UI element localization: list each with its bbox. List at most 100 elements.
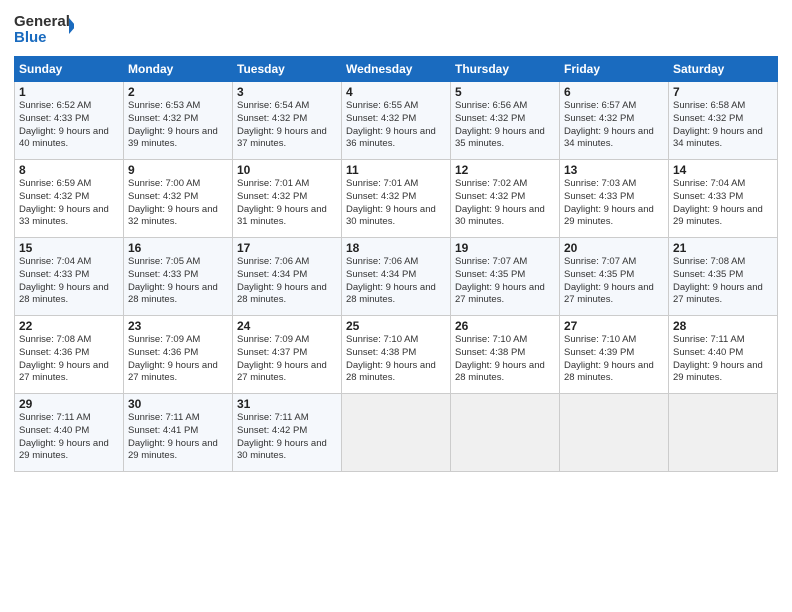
day-number: 8	[19, 163, 119, 177]
day-number: 28	[673, 319, 773, 333]
calendar-cell: 24Sunrise: 7:09 AMSunset: 4:37 PMDayligh…	[233, 316, 342, 394]
calendar-cell	[669, 394, 778, 472]
day-info: Sunrise: 6:52 AMSunset: 4:33 PMDaylight:…	[19, 100, 119, 151]
day-number: 27	[564, 319, 664, 333]
day-number: 12	[455, 163, 555, 177]
weekday-header-thursday: Thursday	[451, 57, 560, 82]
calendar-cell: 9Sunrise: 7:00 AMSunset: 4:32 PMDaylight…	[124, 160, 233, 238]
logo: General Blue	[14, 10, 74, 48]
day-info: Sunrise: 6:56 AMSunset: 4:32 PMDaylight:…	[455, 100, 555, 151]
day-info: Sunrise: 7:10 AMSunset: 4:38 PMDaylight:…	[346, 334, 446, 385]
day-info: Sunrise: 6:54 AMSunset: 4:32 PMDaylight:…	[237, 100, 337, 151]
day-number: 30	[128, 397, 228, 411]
day-info: Sunrise: 7:11 AMSunset: 4:40 PMDaylight:…	[19, 412, 119, 463]
calendar-cell: 4Sunrise: 6:55 AMSunset: 4:32 PMDaylight…	[342, 82, 451, 160]
day-number: 25	[346, 319, 446, 333]
calendar-cell: 19Sunrise: 7:07 AMSunset: 4:35 PMDayligh…	[451, 238, 560, 316]
weekday-header-friday: Friday	[560, 57, 669, 82]
day-info: Sunrise: 7:00 AMSunset: 4:32 PMDaylight:…	[128, 178, 228, 229]
calendar-cell	[560, 394, 669, 472]
weekday-header-saturday: Saturday	[669, 57, 778, 82]
calendar-cell: 6Sunrise: 6:57 AMSunset: 4:32 PMDaylight…	[560, 82, 669, 160]
day-number: 2	[128, 85, 228, 99]
calendar-cell: 13Sunrise: 7:03 AMSunset: 4:33 PMDayligh…	[560, 160, 669, 238]
logo-svg: General Blue	[14, 10, 74, 48]
day-number: 29	[19, 397, 119, 411]
day-info: Sunrise: 7:03 AMSunset: 4:33 PMDaylight:…	[564, 178, 664, 229]
calendar: SundayMondayTuesdayWednesdayThursdayFrid…	[14, 56, 778, 472]
day-info: Sunrise: 7:06 AMSunset: 4:34 PMDaylight:…	[237, 256, 337, 307]
calendar-cell	[342, 394, 451, 472]
day-number: 15	[19, 241, 119, 255]
calendar-cell: 12Sunrise: 7:02 AMSunset: 4:32 PMDayligh…	[451, 160, 560, 238]
calendar-cell: 14Sunrise: 7:04 AMSunset: 4:33 PMDayligh…	[669, 160, 778, 238]
day-number: 11	[346, 163, 446, 177]
week-row-2: 8Sunrise: 6:59 AMSunset: 4:32 PMDaylight…	[15, 160, 778, 238]
day-number: 31	[237, 397, 337, 411]
day-info: Sunrise: 7:04 AMSunset: 4:33 PMDaylight:…	[19, 256, 119, 307]
weekday-header-tuesday: Tuesday	[233, 57, 342, 82]
day-number: 9	[128, 163, 228, 177]
day-info: Sunrise: 6:57 AMSunset: 4:32 PMDaylight:…	[564, 100, 664, 151]
day-number: 5	[455, 85, 555, 99]
header: General Blue	[14, 10, 778, 48]
day-info: Sunrise: 7:02 AMSunset: 4:32 PMDaylight:…	[455, 178, 555, 229]
day-info: Sunrise: 7:01 AMSunset: 4:32 PMDaylight:…	[237, 178, 337, 229]
day-info: Sunrise: 7:11 AMSunset: 4:41 PMDaylight:…	[128, 412, 228, 463]
day-info: Sunrise: 7:07 AMSunset: 4:35 PMDaylight:…	[455, 256, 555, 307]
week-row-4: 22Sunrise: 7:08 AMSunset: 4:36 PMDayligh…	[15, 316, 778, 394]
week-row-1: 1Sunrise: 6:52 AMSunset: 4:33 PMDaylight…	[15, 82, 778, 160]
calendar-cell: 31Sunrise: 7:11 AMSunset: 4:42 PMDayligh…	[233, 394, 342, 472]
day-number: 26	[455, 319, 555, 333]
calendar-cell: 22Sunrise: 7:08 AMSunset: 4:36 PMDayligh…	[15, 316, 124, 394]
day-number: 19	[455, 241, 555, 255]
day-info: Sunrise: 7:10 AMSunset: 4:39 PMDaylight:…	[564, 334, 664, 385]
calendar-cell: 25Sunrise: 7:10 AMSunset: 4:38 PMDayligh…	[342, 316, 451, 394]
day-number: 18	[346, 241, 446, 255]
calendar-cell: 16Sunrise: 7:05 AMSunset: 4:33 PMDayligh…	[124, 238, 233, 316]
calendar-cell: 5Sunrise: 6:56 AMSunset: 4:32 PMDaylight…	[451, 82, 560, 160]
calendar-cell: 17Sunrise: 7:06 AMSunset: 4:34 PMDayligh…	[233, 238, 342, 316]
calendar-cell: 1Sunrise: 6:52 AMSunset: 4:33 PMDaylight…	[15, 82, 124, 160]
day-info: Sunrise: 6:55 AMSunset: 4:32 PMDaylight:…	[346, 100, 446, 151]
week-row-3: 15Sunrise: 7:04 AMSunset: 4:33 PMDayligh…	[15, 238, 778, 316]
day-info: Sunrise: 6:58 AMSunset: 4:32 PMDaylight:…	[673, 100, 773, 151]
weekday-header-monday: Monday	[124, 57, 233, 82]
weekday-header-row: SundayMondayTuesdayWednesdayThursdayFrid…	[15, 57, 778, 82]
svg-text:Blue: Blue	[14, 29, 47, 46]
calendar-cell: 2Sunrise: 6:53 AMSunset: 4:32 PMDaylight…	[124, 82, 233, 160]
day-info: Sunrise: 7:10 AMSunset: 4:38 PMDaylight:…	[455, 334, 555, 385]
day-number: 21	[673, 241, 773, 255]
calendar-cell: 21Sunrise: 7:08 AMSunset: 4:35 PMDayligh…	[669, 238, 778, 316]
calendar-cell: 20Sunrise: 7:07 AMSunset: 4:35 PMDayligh…	[560, 238, 669, 316]
day-number: 6	[564, 85, 664, 99]
day-number: 3	[237, 85, 337, 99]
day-number: 20	[564, 241, 664, 255]
day-number: 22	[19, 319, 119, 333]
calendar-cell: 7Sunrise: 6:58 AMSunset: 4:32 PMDaylight…	[669, 82, 778, 160]
day-number: 14	[673, 163, 773, 177]
svg-text:General: General	[14, 13, 70, 30]
calendar-cell: 8Sunrise: 6:59 AMSunset: 4:32 PMDaylight…	[15, 160, 124, 238]
day-info: Sunrise: 7:07 AMSunset: 4:35 PMDaylight:…	[564, 256, 664, 307]
calendar-cell: 18Sunrise: 7:06 AMSunset: 4:34 PMDayligh…	[342, 238, 451, 316]
day-number: 1	[19, 85, 119, 99]
day-number: 16	[128, 241, 228, 255]
calendar-cell: 3Sunrise: 6:54 AMSunset: 4:32 PMDaylight…	[233, 82, 342, 160]
day-info: Sunrise: 7:09 AMSunset: 4:37 PMDaylight:…	[237, 334, 337, 385]
calendar-cell: 30Sunrise: 7:11 AMSunset: 4:41 PMDayligh…	[124, 394, 233, 472]
day-info: Sunrise: 7:11 AMSunset: 4:40 PMDaylight:…	[673, 334, 773, 385]
calendar-cell: 28Sunrise: 7:11 AMSunset: 4:40 PMDayligh…	[669, 316, 778, 394]
day-number: 10	[237, 163, 337, 177]
day-info: Sunrise: 7:04 AMSunset: 4:33 PMDaylight:…	[673, 178, 773, 229]
day-info: Sunrise: 7:06 AMSunset: 4:34 PMDaylight:…	[346, 256, 446, 307]
week-row-5: 29Sunrise: 7:11 AMSunset: 4:40 PMDayligh…	[15, 394, 778, 472]
day-number: 7	[673, 85, 773, 99]
calendar-cell: 15Sunrise: 7:04 AMSunset: 4:33 PMDayligh…	[15, 238, 124, 316]
day-info: Sunrise: 6:59 AMSunset: 4:32 PMDaylight:…	[19, 178, 119, 229]
day-info: Sunrise: 7:11 AMSunset: 4:42 PMDaylight:…	[237, 412, 337, 463]
calendar-cell: 23Sunrise: 7:09 AMSunset: 4:36 PMDayligh…	[124, 316, 233, 394]
day-number: 4	[346, 85, 446, 99]
page: General Blue SundayMondayTuesdayWednesda…	[0, 0, 792, 612]
day-number: 23	[128, 319, 228, 333]
